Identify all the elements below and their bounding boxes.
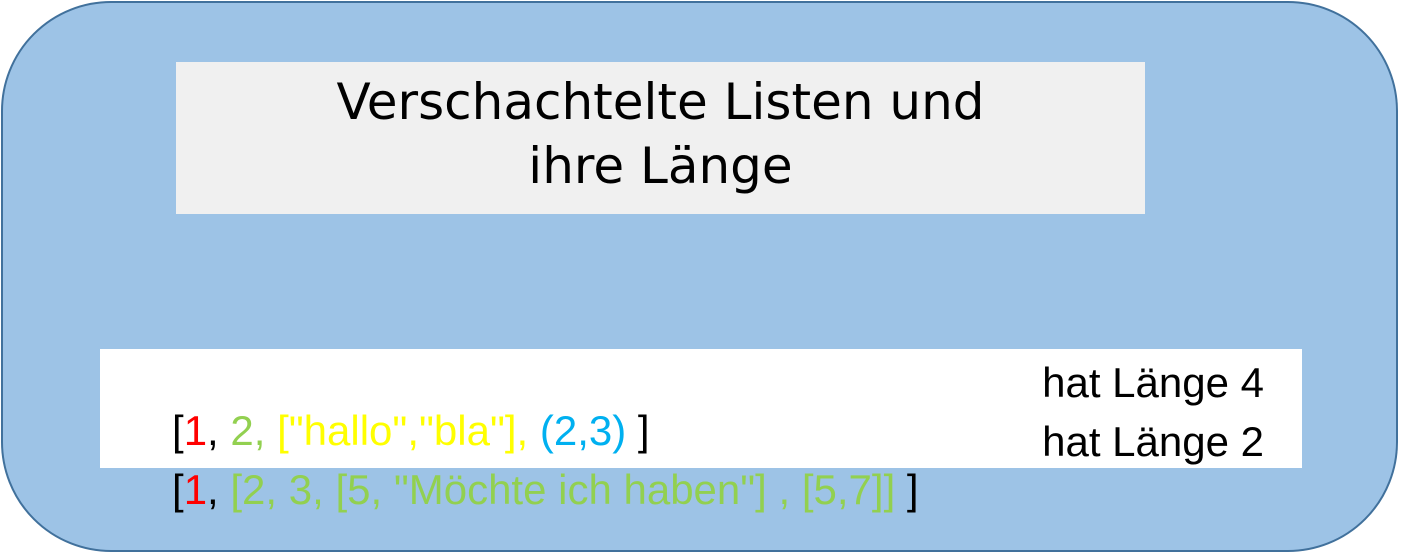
- title-line-1: Verschachtelte Listen und: [336, 73, 985, 131]
- title-box: Verschachtelte Listen und ihre Länge: [176, 62, 1145, 214]
- code-example-box: [1, 2, ["hallo","bla"], (2,3) ] hat Läng…: [100, 349, 1302, 513]
- code-segment: ]: [895, 466, 919, 513]
- slide: Verschachtelte Listen und ihre Länge [1,…: [0, 0, 1402, 556]
- example-list-2: [1, [2, 3, [5, "Möchte ich haben"] , [5,…: [102, 418, 919, 556]
- example-2-length: hat Länge 2: [1042, 418, 1264, 465]
- page-title: Verschachtelte Listen und ihre Länge: [336, 70, 984, 198]
- code-segment: [2, 3, [5, "Möchte ich haben"] , [5,7]]: [230, 466, 896, 513]
- code-segment: 1: [183, 466, 208, 513]
- code-segment: [: [172, 466, 184, 513]
- example-1-length: hat Länge 4: [1042, 359, 1264, 406]
- title-line-2: ihre Länge: [528, 137, 793, 195]
- code-segment: ,: [207, 466, 231, 513]
